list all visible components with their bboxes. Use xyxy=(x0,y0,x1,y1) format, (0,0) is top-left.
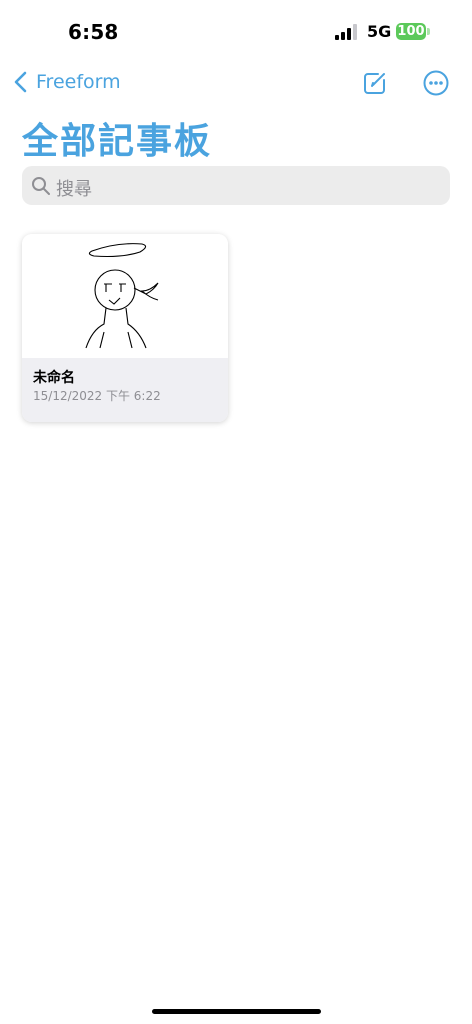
battery-cap xyxy=(427,28,430,35)
sketch-drawing xyxy=(85,243,159,349)
board-info: 未命名 15/12/2022 下午 6:22 xyxy=(22,358,228,422)
signal-icon xyxy=(335,24,357,40)
battery-indicator: 100 xyxy=(396,23,426,40)
board-thumbnail xyxy=(22,234,228,358)
board-title: 未命名 xyxy=(33,370,75,386)
navigation-bar: Freeform xyxy=(0,62,472,106)
page-title: 全部記事板 xyxy=(22,121,213,162)
search-icon xyxy=(32,177,50,195)
search-field[interactable]: 搜尋 xyxy=(22,166,450,205)
compose-icon[interactable] xyxy=(362,70,388,96)
more-icon[interactable] xyxy=(423,70,449,96)
back-label: Freeform xyxy=(36,71,121,93)
search-placeholder: 搜尋 xyxy=(56,179,92,200)
home-indicator[interactable] xyxy=(152,1009,321,1014)
status-bar: 6:58 5G 100 xyxy=(0,0,472,60)
chevron-left-icon xyxy=(14,71,27,93)
back-button[interactable]: Freeform xyxy=(12,70,121,94)
board-date: 15/12/2022 下午 6:22 xyxy=(33,389,161,403)
network-type: 5G xyxy=(367,22,392,41)
board-card[interactable]: 未命名 15/12/2022 下午 6:22 xyxy=(22,234,228,422)
status-time: 6:58 xyxy=(68,20,119,44)
